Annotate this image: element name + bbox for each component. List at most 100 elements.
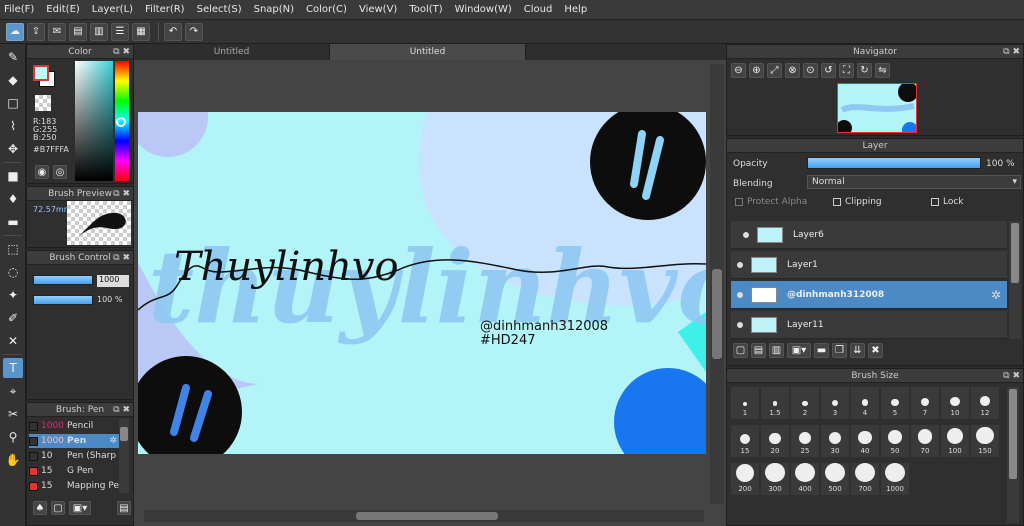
brush-size-option[interactable]: 150 (971, 425, 999, 457)
zoom-actual-icon[interactable]: ⊙ (803, 63, 818, 78)
gear-icon[interactable]: ✲ (991, 288, 1001, 302)
brush-size-option[interactable]: 1.5 (761, 387, 789, 419)
new-halftone-layer-icon[interactable]: ▤ (751, 343, 766, 358)
redo-icon[interactable]: ↷ (185, 22, 203, 41)
fill-shape-icon[interactable]: ■ (3, 166, 23, 186)
color-mix-icon[interactable]: ◎ (53, 165, 67, 179)
gear-icon[interactable]: ✲ (109, 436, 117, 446)
protect-alpha-checkbox[interactable]: Protect Alpha (735, 197, 807, 207)
menu-help[interactable]: Help (564, 4, 587, 15)
message-icon[interactable]: ▤ (69, 22, 87, 41)
select-pen-icon[interactable]: ✐ (3, 308, 23, 328)
brush-size-scrollbar[interactable] (1007, 387, 1019, 523)
document-icon[interactable]: ▥ (90, 22, 108, 41)
gradient-icon[interactable]: ▬ (3, 212, 23, 232)
eraser-tool-icon[interactable]: ◆ (3, 70, 23, 90)
brush-size-option[interactable]: 4 (851, 387, 879, 419)
brush-size-option[interactable]: 3 (821, 387, 849, 419)
brush-size-option[interactable]: 500 (821, 463, 849, 495)
brush-size-option[interactable]: 10 (941, 387, 969, 419)
cloud-icon[interactable]: ☁ (6, 22, 24, 41)
layer-row-selected[interactable]: @dinhmanh312008 ✲ (731, 281, 1007, 309)
brush-size-option[interactable]: 20 (761, 425, 789, 457)
delete-layer-icon[interactable]: ✖ (868, 343, 883, 358)
brush-size-option[interactable]: 700 (851, 463, 879, 495)
brush-size-option[interactable]: 12 (971, 387, 999, 419)
merge-layer-icon[interactable]: ⇊ (850, 343, 865, 358)
zoom-reset-icon[interactable]: ⊗ (785, 63, 800, 78)
zoom-fit-icon[interactable]: ⤢ (767, 63, 782, 78)
menu-edit[interactable]: Edit(E) (46, 4, 80, 15)
brush-size-option[interactable]: 1 (731, 387, 759, 419)
scroll-thumb[interactable] (120, 427, 128, 441)
brush-size-option[interactable]: 50 (881, 425, 909, 457)
scroll-thumb[interactable] (1009, 389, 1017, 479)
zoom-in-icon[interactable]: ⊕ (749, 63, 764, 78)
move-tool-icon[interactable]: ✥ (3, 139, 23, 159)
new-layer-icon[interactable]: ▢ (733, 343, 748, 358)
brush-size-option[interactable]: 200 (731, 463, 759, 495)
tab-untitled-1[interactable]: Untitled (134, 44, 330, 60)
tab-untitled-2[interactable]: Untitled (330, 44, 526, 60)
visibility-icon[interactable] (737, 291, 743, 298)
panel-close-icon[interactable]: ⧉ ✖ (113, 251, 130, 265)
brush-size-option[interactable]: 7 (911, 387, 939, 419)
visibility-icon[interactable] (737, 321, 743, 328)
menu-cloud[interactable]: Cloud (524, 4, 553, 15)
layer-row[interactable]: Layer1 (731, 251, 1007, 279)
rect-tool-icon[interactable]: □ (3, 93, 23, 113)
select-rect-icon[interactable]: ⬚ (3, 239, 23, 259)
menu-view[interactable]: View(V) (359, 4, 397, 15)
menu-tool[interactable]: Tool(T) (409, 4, 442, 15)
menu-file[interactable]: File(F) (4, 4, 34, 15)
saturation-value-picker[interactable] (75, 61, 113, 181)
menu-filter[interactable]: Filter(R) (145, 4, 185, 15)
scroll-thumb[interactable] (356, 512, 498, 520)
visibility-icon[interactable] (737, 261, 743, 268)
palette-icon[interactable]: ◉ (35, 165, 49, 179)
brush-item[interactable]: 1000 Pencil (29, 419, 119, 433)
brush-settings-icon[interactable]: ▤ (117, 501, 131, 515)
menu-snap[interactable]: Snap(N) (254, 4, 294, 15)
panel-close-icon[interactable]: ⧉ ✖ (1003, 45, 1020, 59)
brush-size-option[interactable]: 400 (791, 463, 819, 495)
folder-icon[interactable]: ▬ (814, 343, 829, 358)
menu-select[interactable]: Select(S) (197, 4, 242, 15)
menu-color[interactable]: Color(C) (306, 4, 347, 15)
menu-window[interactable]: Window(W) (455, 4, 512, 15)
rotate-left-icon[interactable]: ↺ (821, 63, 836, 78)
bucket-icon[interactable]: ♦ (3, 189, 23, 209)
hand-icon[interactable]: ✋ (3, 450, 23, 470)
layer-row[interactable]: Layer11 (731, 311, 1007, 339)
undo-icon[interactable]: ↶ (164, 22, 182, 41)
lock-checkbox[interactable]: Lock (931, 197, 964, 207)
brush-tool-icon[interactable]: ✎ (3, 47, 23, 67)
brush-list-scrollbar[interactable] (119, 419, 129, 493)
divide-icon[interactable]: ✂ (3, 404, 23, 424)
operation-icon[interactable]: ⌖ (3, 381, 23, 401)
select-lasso-icon[interactable]: ◌ (3, 262, 23, 282)
brush-size-option[interactable]: 70 (911, 425, 939, 457)
brush-new-icon[interactable]: ▢ (51, 501, 65, 515)
duplicate-layer-icon[interactable]: ❐ (832, 343, 847, 358)
brush-size-option[interactable]: 300 (761, 463, 789, 495)
brush-opacity-slider[interactable] (33, 295, 93, 305)
navigator-thumbnail[interactable] (836, 82, 918, 138)
layer-menu-icon[interactable]: ▣▾ (787, 343, 811, 358)
brush-size-option[interactable]: 40 (851, 425, 879, 457)
flip-icon[interactable]: ⇋ (875, 63, 890, 78)
brush-item-selected[interactable]: 1000 Pen ✲ (29, 434, 119, 448)
fullscreen-icon[interactable]: ⛶ (839, 63, 854, 78)
panel-close-icon[interactable]: ⧉ ✖ (113, 187, 130, 201)
brush-size-slider[interactable] (33, 275, 93, 285)
brush-item[interactable]: 15 G Pen (29, 464, 119, 478)
zoom-out-icon[interactable]: ⊖ (731, 63, 746, 78)
magic-wand-icon[interactable]: ✦ (3, 285, 23, 305)
artwork-canvas[interactable]: thuylinhvo Thuylinhvo @dinhmanh312008 #H… (138, 112, 706, 454)
panel-close-icon[interactable]: ⧉ ✖ (1003, 369, 1020, 383)
layer-opacity-slider[interactable] (807, 157, 981, 169)
brush-size-option[interactable]: 5 (881, 387, 909, 419)
brush-menu-icon[interactable]: ▣▾ (69, 501, 91, 515)
brush-size-option[interactable]: 25 (791, 425, 819, 457)
hue-handle[interactable] (116, 117, 126, 127)
